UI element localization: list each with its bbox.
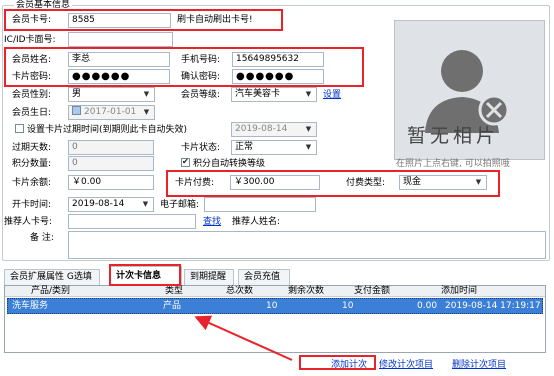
expired-days-input: 0 — [68, 140, 154, 155]
highlight-tab — [109, 264, 181, 286]
chevron-down-icon: ▼ — [305, 125, 312, 133]
points-auto-row: 积分自动转换等级 — [181, 156, 266, 170]
table-cell: 10 — [342, 301, 354, 311]
gender-select[interactable]: 男 ▼ — [68, 87, 155, 102]
birthday-value: 2017-01-01 — [84, 107, 137, 117]
column-header: 支付金额 — [354, 286, 391, 296]
points-label: 积分数量: — [12, 159, 52, 169]
delete-count-link[interactable]: 删除计次项目 — [452, 359, 506, 371]
lookup-link[interactable]: 查找 — [203, 216, 221, 228]
table-cell: 产品 — [163, 301, 182, 311]
referrer-name-label: 推荐人姓名: — [232, 217, 281, 227]
birthday-label: 会员生日: — [12, 108, 52, 118]
tab-extended-attributes[interactable]: 会员扩展属性 G选填 — [4, 269, 100, 285]
expired-days-label: 过期天数: — [12, 143, 52, 153]
set-expiry-label: 设置卡片过期时间(到期则此卡自动失效) — [27, 125, 188, 135]
card-status-select[interactable]: 正常 ▼ — [231, 140, 317, 155]
highlight-payment — [166, 170, 500, 197]
email-input[interactable] — [204, 197, 316, 212]
open-time-picker[interactable]: 2019-08-14 ▼ — [68, 197, 154, 212]
balance-input: ￥0.00 — [68, 175, 154, 190]
chevron-down-icon: ▼ — [305, 90, 312, 98]
level-value: 汽车美容卡 — [235, 89, 281, 99]
level-label: 会员等级: — [181, 90, 221, 100]
chevron-down-icon: ▼ — [142, 200, 149, 208]
tab-expiry-reminder[interactable]: 到期提醒 — [184, 269, 234, 285]
expiry-date-value: 2019-08-14 — [235, 124, 288, 134]
highlight-name-password — [4, 47, 364, 87]
expiry-date-picker[interactable]: 2019-08-14 ▼ — [231, 122, 317, 137]
open-time-value: 2019-08-14 — [72, 199, 125, 209]
table-cell: 2019-08-14 17:19:17 — [445, 301, 541, 311]
photo-placeholder-text: 暂无相片 — [407, 125, 500, 147]
chevron-down-icon: ▼ — [305, 143, 312, 151]
set-level-link[interactable]: 设置 — [323, 89, 341, 101]
remark-input[interactable] — [68, 231, 546, 259]
table-row[interactable]: 洗车服务 产品 10 10 0.00 2019-08-14 17:19:17 — [7, 298, 543, 314]
tab-member-recharge[interactable]: 会员充值 — [238, 269, 290, 285]
email-label: 电子邮箱: — [160, 200, 200, 210]
highlight-add-link — [299, 355, 376, 370]
count-items-table: 产品/类别 类型 总次数 剩余次数 支付金额 添加时间 洗车服务 产品 10 1… — [4, 285, 546, 353]
chevron-down-icon: ▼ — [143, 90, 150, 98]
referrer-card-input[interactable] — [68, 214, 196, 229]
birthday-checkbox[interactable] — [72, 106, 81, 115]
column-header: 添加时间 — [441, 286, 478, 296]
referrer-card-label: 推荐人卡号: — [4, 217, 53, 227]
gender-label: 会员性别: — [12, 90, 52, 100]
gender-value: 男 — [72, 89, 82, 99]
birthday-picker[interactable]: 2017-01-01 ▼ — [68, 105, 155, 120]
column-header: 剩余次数 — [288, 286, 325, 296]
card-status-label: 卡片状态: — [181, 143, 221, 153]
remark-label: 备 注: — [30, 233, 54, 243]
open-time-label: 开卡时间: — [12, 200, 52, 210]
column-header: 类型 — [165, 286, 184, 296]
set-expiry-checkbox[interactable] — [15, 124, 24, 133]
column-header: 总次数 — [226, 286, 254, 296]
card-status-value: 正常 — [235, 142, 254, 152]
set-expiry-row: 设置卡片过期时间(到期则此卡自动失效) — [15, 124, 187, 136]
points-auto-label: 积分自动转换等级 — [193, 159, 266, 169]
points-input: 0 — [68, 156, 154, 171]
points-auto-checkbox[interactable] — [181, 156, 190, 168]
highlight-card-no — [4, 9, 283, 31]
table-cell: 10 — [266, 301, 278, 311]
chevron-down-icon: ▼ — [143, 108, 150, 116]
modify-count-link[interactable]: 修改计次项目 — [379, 359, 433, 371]
column-header: 产品/类别 — [31, 286, 71, 296]
table-header: 产品/类别 类型 总次数 剩余次数 支付金额 添加时间 — [5, 286, 545, 297]
ic-id-card-label: IC/ID卡面号: — [4, 35, 56, 45]
balance-label: 卡片余额: — [12, 178, 52, 188]
table-cell: 洗车服务 — [12, 301, 49, 311]
photo-hint: 在照片上点右键, 可以拍照哦 — [396, 159, 510, 169]
table-cell: 0.00 — [417, 301, 438, 311]
ic-id-card-input[interactable] — [68, 32, 173, 47]
photo-box[interactable]: 暂无相片 — [394, 20, 545, 160]
level-select[interactable]: 汽车美容卡 ▼ — [231, 87, 317, 102]
